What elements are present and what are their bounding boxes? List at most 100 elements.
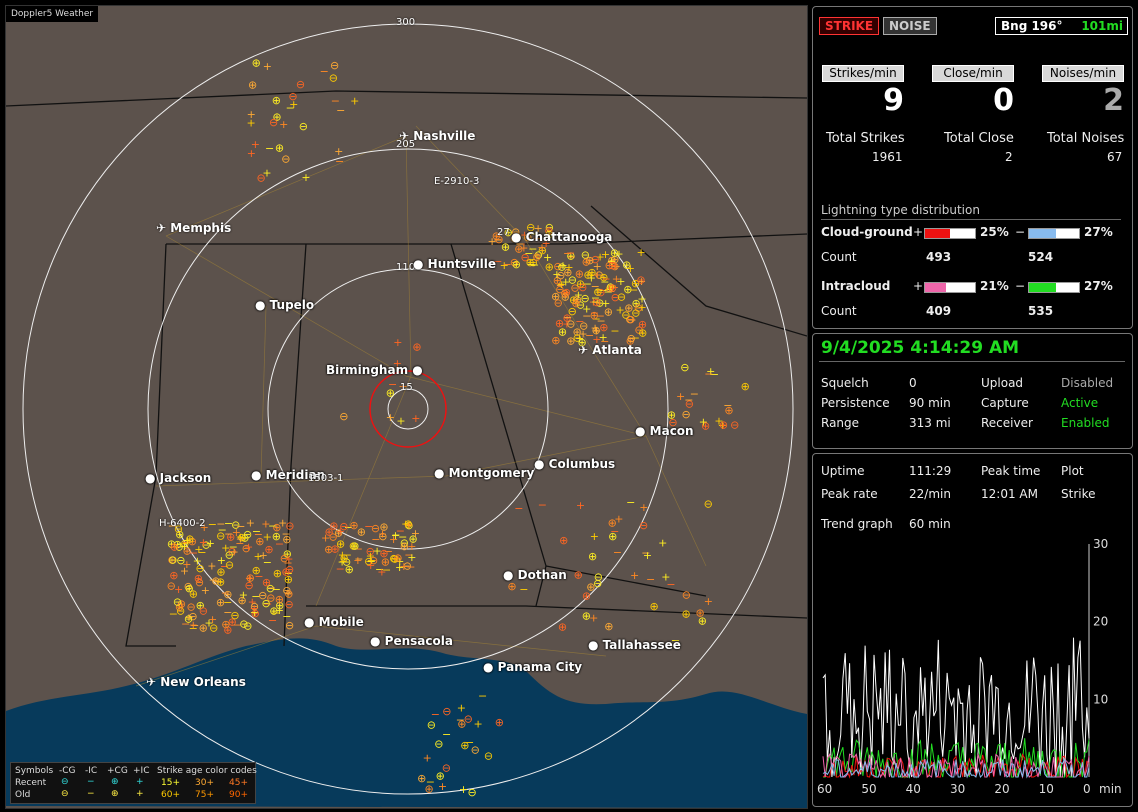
city-pensacola[interactable]: ● Pensacola	[370, 634, 453, 648]
city-tupelo[interactable]: ● Tupelo	[255, 298, 314, 312]
city-panama-city[interactable]: ● Panama City	[483, 660, 582, 674]
city-montgomery[interactable]: ● Montgomery	[434, 466, 534, 480]
city-macon[interactable]: ● Macon	[635, 424, 694, 438]
storm-id-label[interactable]: 27	[497, 227, 510, 238]
city-jackson[interactable]: ● Jackson	[145, 471, 211, 485]
strike-marker: ⊖	[442, 705, 451, 718]
strike-marker: ⊕	[282, 533, 291, 546]
legend-age-code: 60+	[161, 790, 180, 800]
receiver-label: Receiver	[981, 416, 1033, 430]
strike-marker: ⊖	[371, 522, 380, 535]
upload-label: Upload	[981, 376, 1024, 390]
storm-id-label[interactable]: E-2910-3	[434, 176, 479, 187]
strike-marker: ⊕	[741, 380, 750, 393]
squelch-value[interactable]: 0	[909, 376, 917, 390]
trend-graph-value[interactable]: 60 min	[909, 517, 951, 531]
trend-x-tick: 60	[817, 782, 832, 796]
peak-rate-label: Peak rate	[821, 487, 878, 501]
strike-marker: +	[639, 501, 648, 514]
city-chattanooga[interactable]: ● Chattanooga	[511, 230, 612, 244]
strike-marker: +	[247, 108, 256, 121]
strike-marker: +	[457, 702, 466, 715]
strike-marker: −	[597, 314, 606, 327]
strike-marker: +	[207, 559, 216, 572]
city-tallahassee[interactable]: ● Tallahassee	[588, 638, 681, 652]
status-panel: 9/4/2025 4:14:29 AM Squelch 0 Upload Dis…	[812, 333, 1133, 449]
persistence-value[interactable]: 90 min	[909, 396, 951, 410]
ring-label-15: 15	[400, 382, 413, 393]
city-birmingham[interactable]: Birmingham ●	[326, 363, 423, 377]
strike-marker: ⊕	[724, 404, 733, 417]
trend-x-tick: 20	[994, 782, 1009, 796]
strike-marker: +	[423, 752, 432, 765]
strike-marker: −	[181, 618, 190, 631]
lightning-map[interactable]: ⊕ − − ⊕ + − ⊕ + ⊕ − − ⊕ ⊖ ⊕ ⊖ + + ⊕ − ⊖ + ⊖ + − + + ⊖ − ⊕ ⊕ + + ⊕ ⊕ − − + ⊕ ⊖ −…	[5, 5, 808, 809]
cg-pos-count: 493	[926, 250, 952, 264]
total-strikes-value: 1961	[872, 150, 903, 164]
city-columbus[interactable]: ● Columbus	[534, 457, 615, 471]
storm-id-label[interactable]: H-6400-2	[159, 518, 206, 529]
strike-marker: −	[530, 258, 539, 271]
strike-marker: ⊖	[468, 786, 477, 799]
city-mobile[interactable]: ● Mobile	[304, 615, 364, 629]
strike-marker: −	[514, 502, 523, 515]
strike-marker: +	[386, 411, 395, 424]
strike-marker: ⊕	[650, 600, 659, 613]
status-divider	[819, 361, 1125, 362]
receiver-value[interactable]: Enabled	[1061, 416, 1110, 430]
map-canvas[interactable]: ⊕−−⊕+−⊕+⊕−−⊕⊖⊕⊖++⊕−⊖+⊖+−++⊖−⊕⊕++⊕⊕−−+⊕⊖ −…	[6, 6, 807, 808]
minus-ic-icon: −	[87, 789, 95, 799]
uptime-value: 111:29	[909, 464, 952, 478]
strike-marker: +	[350, 95, 359, 108]
strike-marker: −	[538, 498, 547, 511]
app-title: Doppler5 Weather	[6, 6, 99, 22]
city-huntsville[interactable]: ● Huntsville	[413, 257, 496, 271]
strike-marker: −	[354, 553, 363, 566]
strike-marker: ⊕	[185, 533, 194, 546]
strike-marker: +	[576, 499, 585, 512]
uptime-label: Uptime	[821, 464, 865, 478]
strike-marker: ⊕	[682, 608, 691, 621]
strike-marker: −	[267, 582, 276, 595]
noise-button[interactable]: NOISE	[883, 17, 937, 35]
squelch-label: Squelch	[821, 376, 869, 390]
city-new-orleans[interactable]: ✈ New Orleans	[146, 675, 246, 689]
ic-pos-pct: 21%	[980, 279, 1009, 293]
strike-marker: +	[704, 595, 713, 608]
strike-marker: +	[543, 251, 552, 264]
cg-pos-pct: 25%	[980, 225, 1009, 239]
capture-value[interactable]: Active	[1061, 396, 1098, 410]
trend-panel: Uptime 111:29 Peak time Plot Peak rate 2…	[812, 453, 1133, 807]
strike-marker: ⊖	[554, 297, 563, 310]
persistence-label: Persistence	[821, 396, 890, 410]
legend-age-code: 30+	[195, 778, 214, 788]
strike-marker: +	[599, 331, 608, 344]
strike-marker: ⊕	[325, 526, 334, 539]
trend-x-tick: 30	[950, 782, 965, 796]
bearing-display: Bng 196° 101mi	[995, 17, 1128, 35]
range-value[interactable]: 313 mi	[909, 416, 951, 430]
legend-age-title: Strike age color codes	[157, 766, 257, 776]
minus-sign: −	[1015, 279, 1026, 293]
city-atlanta[interactable]: ✈ Atlanta	[578, 343, 642, 357]
city-dothan[interactable]: ● Dothan	[503, 568, 567, 582]
trend-x-tick: 0	[1083, 782, 1091, 796]
plus-cg-icon: ⊕	[111, 777, 119, 787]
strike-marker: +	[263, 60, 272, 73]
strike-marker: ⊖	[484, 749, 493, 762]
upload-value[interactable]: Disabled	[1061, 376, 1113, 390]
plot-label: Plot	[1061, 464, 1084, 478]
strike-marker: ⊖	[581, 292, 590, 305]
total-close-value: 2	[1005, 150, 1013, 164]
city-memphis[interactable]: ✈ Memphis	[156, 221, 231, 235]
cg-count-label: Count	[821, 250, 857, 264]
plot-value[interactable]: Strike	[1061, 487, 1096, 501]
cg-neg-count: 524	[1028, 250, 1054, 264]
storm-id-label[interactable]: 1503-1	[308, 473, 343, 484]
city-nashville[interactable]: ✈ Nashville	[399, 129, 475, 143]
total-strikes-label: Total Strikes	[826, 131, 905, 146]
legend-age-code: 75+	[195, 790, 214, 800]
strike-button[interactable]: STRIKE	[819, 17, 880, 35]
ic-count-label: Count	[821, 304, 857, 318]
legend-age-code: 45+	[229, 778, 248, 788]
